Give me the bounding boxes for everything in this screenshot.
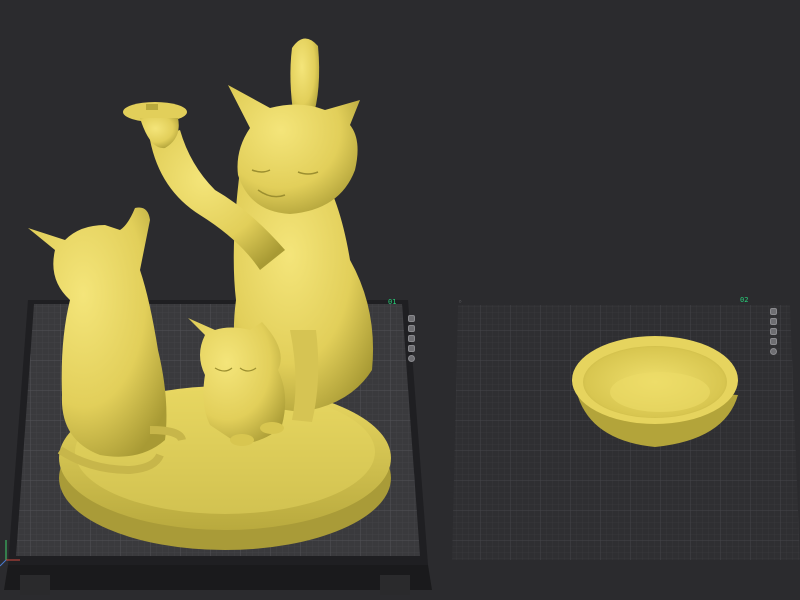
- plate-02-marker: ◦: [458, 298, 463, 306]
- plate-settings-icon[interactable]: [408, 315, 415, 322]
- plate-01-toolbar: [408, 315, 415, 362]
- plate-slice-icon[interactable]: [408, 355, 415, 362]
- 3d-viewport[interactable]: 01 02 ◦: [0, 0, 800, 600]
- cat-family-figurine[interactable]: [28, 38, 391, 550]
- plate-arrange-icon[interactable]: [770, 328, 777, 335]
- plate-orient-icon[interactable]: [770, 338, 777, 345]
- plate-02-toolbar: [770, 308, 777, 355]
- plate-settings-icon[interactable]: [770, 308, 777, 315]
- plate-lock-icon[interactable]: [408, 325, 415, 332]
- plate-lock-icon[interactable]: [770, 318, 777, 325]
- plate-label-01: 01: [388, 298, 397, 306]
- plate-arrange-icon[interactable]: [408, 335, 415, 342]
- plate-slice-icon[interactable]: [770, 348, 777, 355]
- scene-canvas[interactable]: [0, 0, 800, 600]
- plate-orient-icon[interactable]: [408, 345, 415, 352]
- plate-label-02: 02: [740, 296, 749, 304]
